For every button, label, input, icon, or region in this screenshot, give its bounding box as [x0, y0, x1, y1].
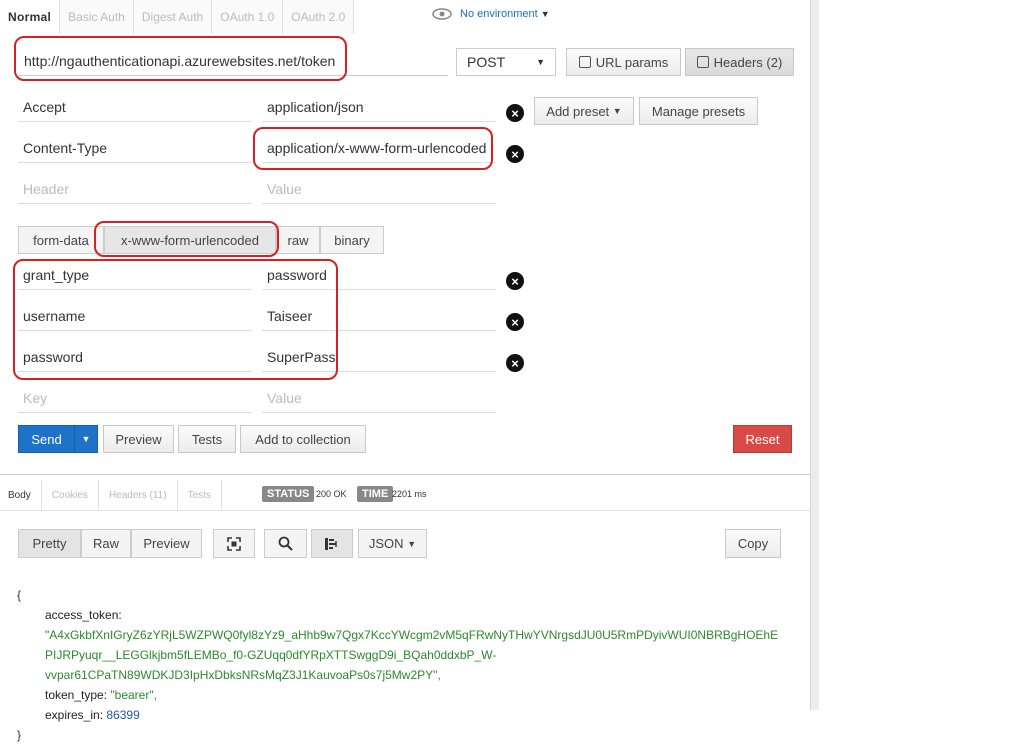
check-icon	[696, 56, 709, 68]
tab-oauth-2[interactable]: OAuth 2.0	[283, 0, 355, 34]
tab-binary[interactable]: binary	[320, 226, 384, 254]
tab-preview-view[interactable]: Preview	[131, 529, 202, 558]
remove-icon[interactable]: ×	[506, 313, 524, 331]
tab-body[interactable]: Body	[0, 480, 42, 510]
scrollbar[interactable]	[810, 0, 819, 710]
format-select[interactable]: JSON ▼	[358, 529, 427, 558]
search-button[interactable]	[264, 529, 307, 558]
wrap-button[interactable]	[311, 529, 353, 558]
environment-selector[interactable]: No environment ▼	[432, 8, 550, 20]
environment-label: No environment ▼	[460, 8, 550, 20]
param-key-input[interactable]: Key	[18, 383, 252, 413]
param-value-field[interactable]: password	[262, 260, 496, 290]
header-key-field[interactable]: Content-Type	[18, 133, 252, 163]
add-preset-button[interactable]: Add preset ▼	[534, 97, 634, 125]
json-string: "A4xGkbfXnIGryZ6zYRjL5WZPWQ0fyl8zYz9_aHh…	[45, 628, 779, 642]
json-brace: {	[17, 588, 22, 602]
tab-basic-auth[interactable]: Basic Auth	[60, 0, 134, 34]
method-select[interactable]: POST ▼	[456, 48, 556, 76]
tab-headers[interactable]: Headers (11)	[99, 480, 178, 510]
json-string: PIJRPyuqr__LEGGlkjbm5fLEMBo_f0-GZUqq0dfY…	[45, 648, 497, 662]
method-value: POST	[467, 54, 506, 70]
manage-presets-button[interactable]: Manage presets	[639, 97, 758, 125]
tab-cookies[interactable]: Cookies	[42, 480, 99, 510]
headers-button[interactable]: Headers (2)	[685, 48, 794, 76]
send-button[interactable]: Send ▼	[18, 425, 98, 453]
tab-raw-view[interactable]: Raw	[81, 529, 131, 558]
header-value-input[interactable]: Value	[262, 174, 496, 204]
tests-button[interactable]: Tests	[178, 425, 236, 453]
param-key-field[interactable]: username	[18, 301, 252, 331]
url-params-label: URL params	[595, 54, 669, 70]
format-value: JSON	[368, 536, 404, 551]
tab-pretty[interactable]: Pretty	[18, 529, 81, 558]
chevron-down-icon: ▼	[536, 57, 545, 67]
add-preset-label: Add preset	[546, 103, 610, 119]
fullscreen-icon	[227, 536, 241, 551]
divider	[0, 510, 810, 511]
param-value-field[interactable]: Taiseer	[262, 301, 496, 331]
response-body: { access_token: "A4xGkbfXnIGryZ6zYRjL5WZ…	[17, 585, 778, 745]
param-value-input[interactable]: Value	[262, 383, 496, 413]
json-line: expires_in: 86399	[45, 708, 140, 722]
remove-icon[interactable]: ×	[506, 145, 524, 163]
send-label: Send	[19, 426, 75, 452]
eye-icon	[432, 8, 452, 20]
tab-oauth-1[interactable]: OAuth 1.0	[212, 0, 284, 34]
status-value: 200 OK	[316, 489, 347, 499]
time-badge: TIME	[357, 486, 394, 502]
url-input[interactable]	[18, 46, 448, 76]
tab-raw[interactable]: raw	[276, 226, 320, 254]
remove-icon[interactable]: ×	[506, 354, 524, 372]
url-params-button[interactable]: URL params	[566, 48, 681, 76]
add-to-collection-button[interactable]: Add to collection	[240, 425, 366, 453]
remove-icon[interactable]: ×	[506, 104, 524, 122]
reset-button[interactable]: Reset	[733, 425, 792, 453]
remove-icon[interactable]: ×	[506, 272, 524, 290]
json-line: token_type: "bearer",	[45, 688, 157, 702]
auth-tabs: Normal Basic Auth Digest Auth OAuth 1.0 …	[0, 0, 355, 34]
header-value-field[interactable]: application/x-www-form-urlencoded	[262, 133, 496, 163]
chevron-down-icon: ▼	[612, 106, 622, 116]
json-brace: }	[17, 728, 22, 742]
search-icon	[278, 536, 293, 551]
chevron-down-icon[interactable]: ▼	[75, 426, 97, 452]
header-key-input[interactable]: Header	[18, 174, 252, 204]
tab-digest-auth[interactable]: Digest Auth	[133, 0, 213, 34]
response-tabs: Body Cookies Headers (11) Tests	[0, 480, 222, 510]
header-key-field[interactable]: Accept	[18, 92, 252, 122]
param-key-field[interactable]: grant_type	[18, 260, 252, 290]
wrap-lines-icon	[325, 537, 337, 550]
param-value-field[interactable]: SuperPass	[262, 342, 496, 372]
json-key: access_token:	[45, 608, 122, 622]
copy-button[interactable]: Copy	[725, 529, 781, 558]
request-panel: Normal Basic Auth Digest Auth OAuth 1.0 …	[0, 0, 810, 748]
tab-form-data[interactable]: form-data	[18, 226, 104, 254]
param-key-field[interactable]: password	[18, 342, 252, 372]
tab-x-www-form-urlencoded[interactable]: x-www-form-urlencoded	[104, 226, 276, 254]
time-value: 2201 ms	[392, 489, 427, 499]
header-value-field[interactable]: application/json	[262, 92, 496, 122]
json-string-line: vvpar61CPaTN89WDKJD3IpHxDbksNRsMqZ3J1Kau…	[45, 668, 441, 682]
fullscreen-button[interactable]	[213, 529, 255, 558]
headers-label: Headers (2)	[713, 54, 783, 70]
tab-normal[interactable]: Normal	[0, 0, 61, 34]
check-icon	[578, 56, 591, 68]
chevron-down-icon: ▼	[407, 538, 417, 549]
status-badge: STATUS	[262, 486, 315, 502]
tab-tests[interactable]: Tests	[178, 480, 222, 510]
divider	[0, 474, 810, 475]
preview-button[interactable]: Preview	[103, 425, 174, 453]
